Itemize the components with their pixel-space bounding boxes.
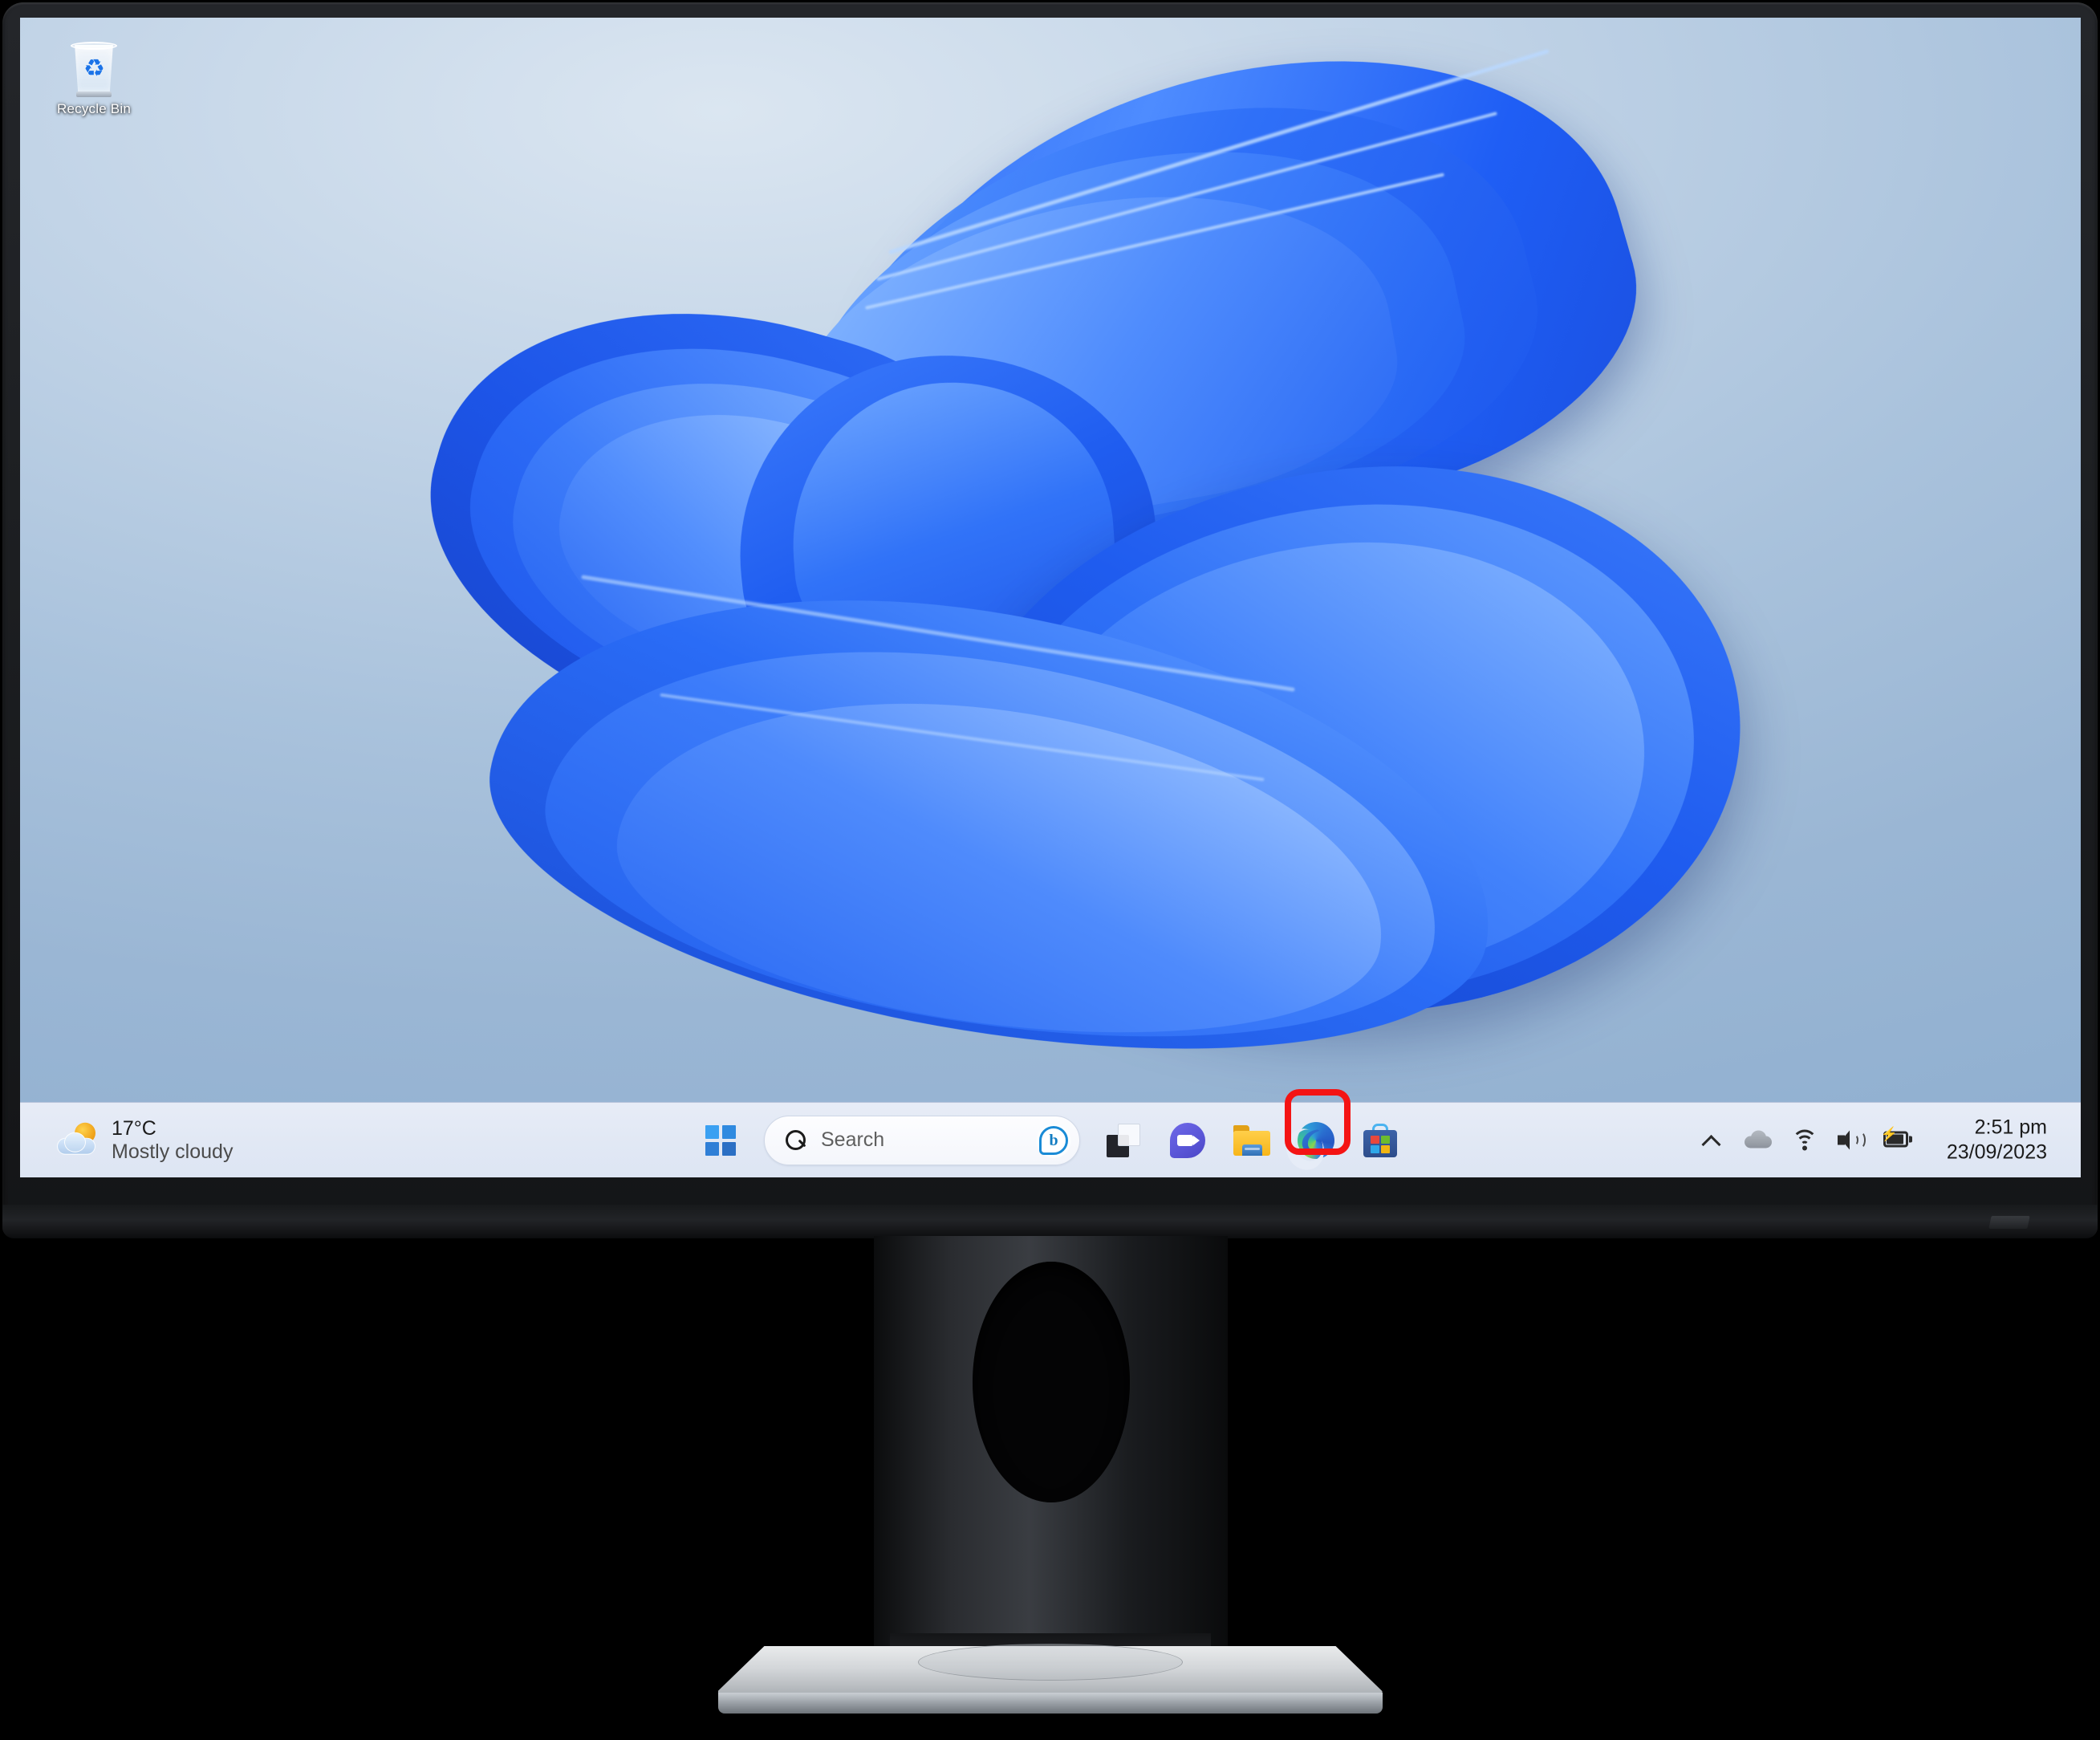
network-button[interactable]: [1781, 1116, 1828, 1165]
show-hidden-icons-button[interactable]: [1688, 1116, 1735, 1165]
cable-management-hole: [972, 1262, 1130, 1502]
search-placeholder: Search: [821, 1128, 885, 1151]
desktop-icon-label: Recycle Bin: [57, 101, 131, 116]
battery-button[interactable]: ⚡: [1875, 1116, 1921, 1165]
stand-base-front-edge: [717, 1693, 1383, 1714]
partly-cloudy-icon: [57, 1122, 99, 1158]
teams-chat-icon: [1170, 1122, 1205, 1158]
bing-chat-icon[interactable]: b: [1036, 1122, 1071, 1158]
system-tray: ⚡ 2:51 pm 23/09/2023: [1688, 1112, 2052, 1168]
file-explorer-icon: [1233, 1124, 1270, 1156]
weather-temperature: 17°C: [112, 1116, 156, 1140]
stand-base-pivot-ring: [917, 1644, 1183, 1681]
microsoft-store-icon: [1363, 1123, 1398, 1157]
taskbar-center-cluster: Search b: [688, 1108, 1412, 1173]
battery-charging-icon: ⚡: [1881, 1128, 1912, 1149]
speaker-icon: [1837, 1130, 1866, 1151]
start-button[interactable]: [688, 1108, 753, 1173]
desktop-wallpaper: [20, 18, 2081, 1177]
cloud-icon: [1744, 1130, 1772, 1150]
onedrive-button[interactable]: [1735, 1116, 1781, 1165]
taskbar: 17°C Mostly cloudy Search b ⚡ 2:51 pm 23…: [20, 1102, 2081, 1177]
chat-button[interactable]: [1156, 1108, 1220, 1173]
edge-icon: [1298, 1121, 1334, 1159]
desktop-icon-recycle-bin[interactable]: ♻ Recycle Bin: [42, 32, 146, 144]
monitor-stand-neck: [874, 1236, 1228, 1679]
monitor-screen: ♻ Recycle Bin 17°C Mostly cloudy Search …: [20, 18, 2081, 1177]
clock-date: 23/09/2023: [1946, 1140, 2047, 1164]
recycle-bin-icon: ♻: [67, 40, 121, 98]
search-input[interactable]: Search b: [764, 1115, 1080, 1165]
edge-button[interactable]: [1284, 1108, 1348, 1173]
clock-time: 2:51 pm: [1974, 1116, 2047, 1138]
wifi-icon: [1791, 1129, 1818, 1151]
windows-bloom-graphic: [384, 18, 1775, 1117]
windows-logo-icon: [705, 1124, 736, 1156]
volume-button[interactable]: [1828, 1116, 1875, 1165]
monitor-chin: [2, 1205, 2098, 1238]
task-view-icon: [1107, 1123, 1140, 1157]
file-explorer-button[interactable]: [1220, 1108, 1284, 1173]
clock[interactable]: 2:51 pm 23/09/2023: [1942, 1112, 2052, 1168]
microsoft-store-button[interactable]: [1348, 1108, 1412, 1173]
task-view-button[interactable]: [1091, 1108, 1156, 1173]
screenshot-root: ♻ Recycle Bin 17°C Mostly cloudy Search …: [0, 0, 2100, 1740]
weather-condition: Mostly cloudy: [112, 1140, 234, 1163]
monitor-brand-logo: [1988, 1216, 2030, 1229]
chevron-up-icon: [1703, 1132, 1720, 1149]
search-icon: [786, 1129, 806, 1151]
taskbar-weather-widget[interactable]: 17°C Mostly cloudy: [49, 1112, 241, 1169]
